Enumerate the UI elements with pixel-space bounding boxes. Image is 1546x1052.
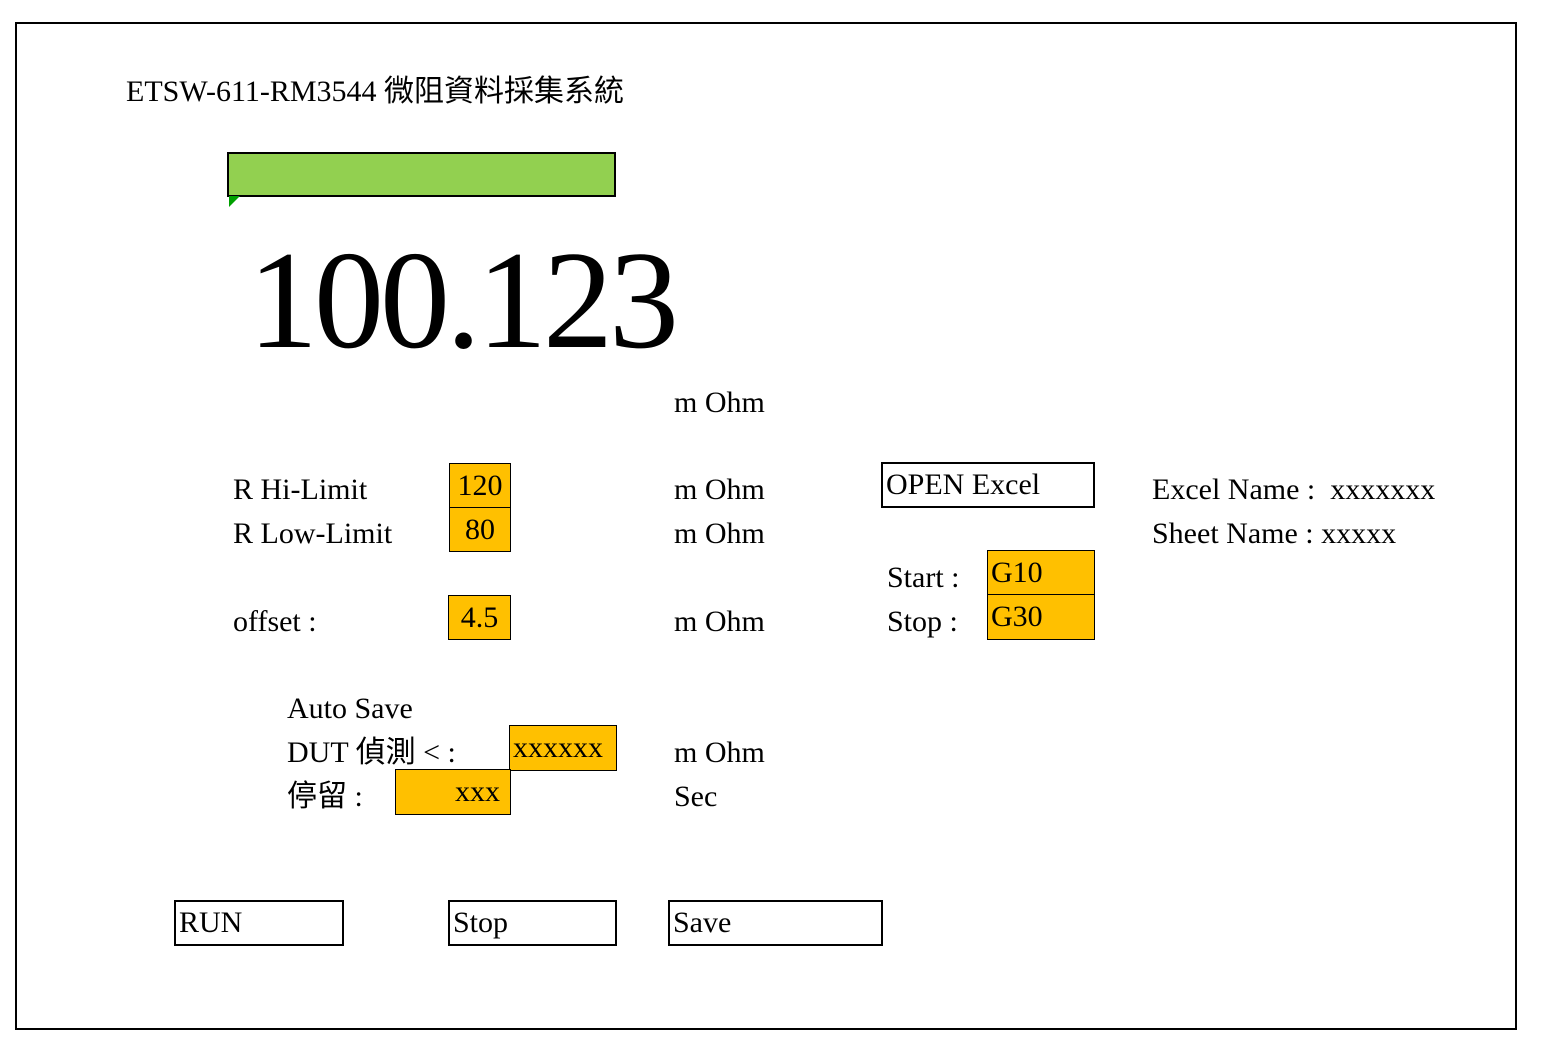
- hi-limit-label: R Hi-Limit: [233, 473, 368, 506]
- save-button[interactable]: Save: [668, 900, 883, 946]
- offset-input[interactable]: [448, 595, 511, 640]
- sheet-name-label: Sheet Name :: [1152, 517, 1314, 550]
- stop-cell-input[interactable]: [987, 594, 1095, 640]
- auto-save-heading: Auto Save: [287, 692, 413, 725]
- dut-threshold-input[interactable]: [509, 725, 617, 771]
- dwell-time-label: 停留 :: [287, 780, 363, 813]
- hi-limit-unit: m Ohm: [674, 473, 765, 506]
- offset-unit: m Ohm: [674, 605, 765, 638]
- excel-name-label: Excel Name :: [1152, 473, 1316, 506]
- start-cell-input[interactable]: [987, 550, 1095, 595]
- resistance-reading: 100.123: [248, 223, 679, 378]
- dwell-time-input[interactable]: [395, 769, 511, 815]
- hi-limit-input[interactable]: [449, 463, 511, 508]
- low-limit-unit: m Ohm: [674, 517, 765, 550]
- run-button[interactable]: RUN: [174, 900, 344, 946]
- excel-name-info: Excel Name : xxxxxxx: [1152, 473, 1435, 507]
- status-corner-marker-icon: [229, 196, 240, 207]
- reading-unit: m Ohm: [674, 386, 765, 419]
- open-excel-button[interactable]: OPEN Excel: [881, 462, 1095, 508]
- page-title: ETSW-611-RM3544 微阻資料採集系統: [126, 75, 625, 108]
- start-cell-label: Start :: [887, 561, 960, 594]
- dwell-time-unit: Sec: [674, 780, 718, 813]
- stop-button[interactable]: Stop: [448, 900, 617, 946]
- sheet-name-value: xxxxx: [1321, 517, 1397, 550]
- offset-label: offset :: [233, 605, 317, 638]
- stop-cell-label: Stop :: [887, 605, 958, 638]
- dut-threshold-unit: m Ohm: [674, 736, 765, 769]
- sheet-name-info: Sheet Name : xxxxx: [1152, 517, 1396, 551]
- low-limit-input[interactable]: [449, 507, 511, 552]
- status-indicator-bar: [227, 152, 616, 197]
- excel-name-value: xxxxxxx: [1330, 473, 1436, 506]
- dut-detect-label: DUT 偵測 < :: [287, 736, 456, 769]
- low-limit-label: R Low-Limit: [233, 517, 393, 550]
